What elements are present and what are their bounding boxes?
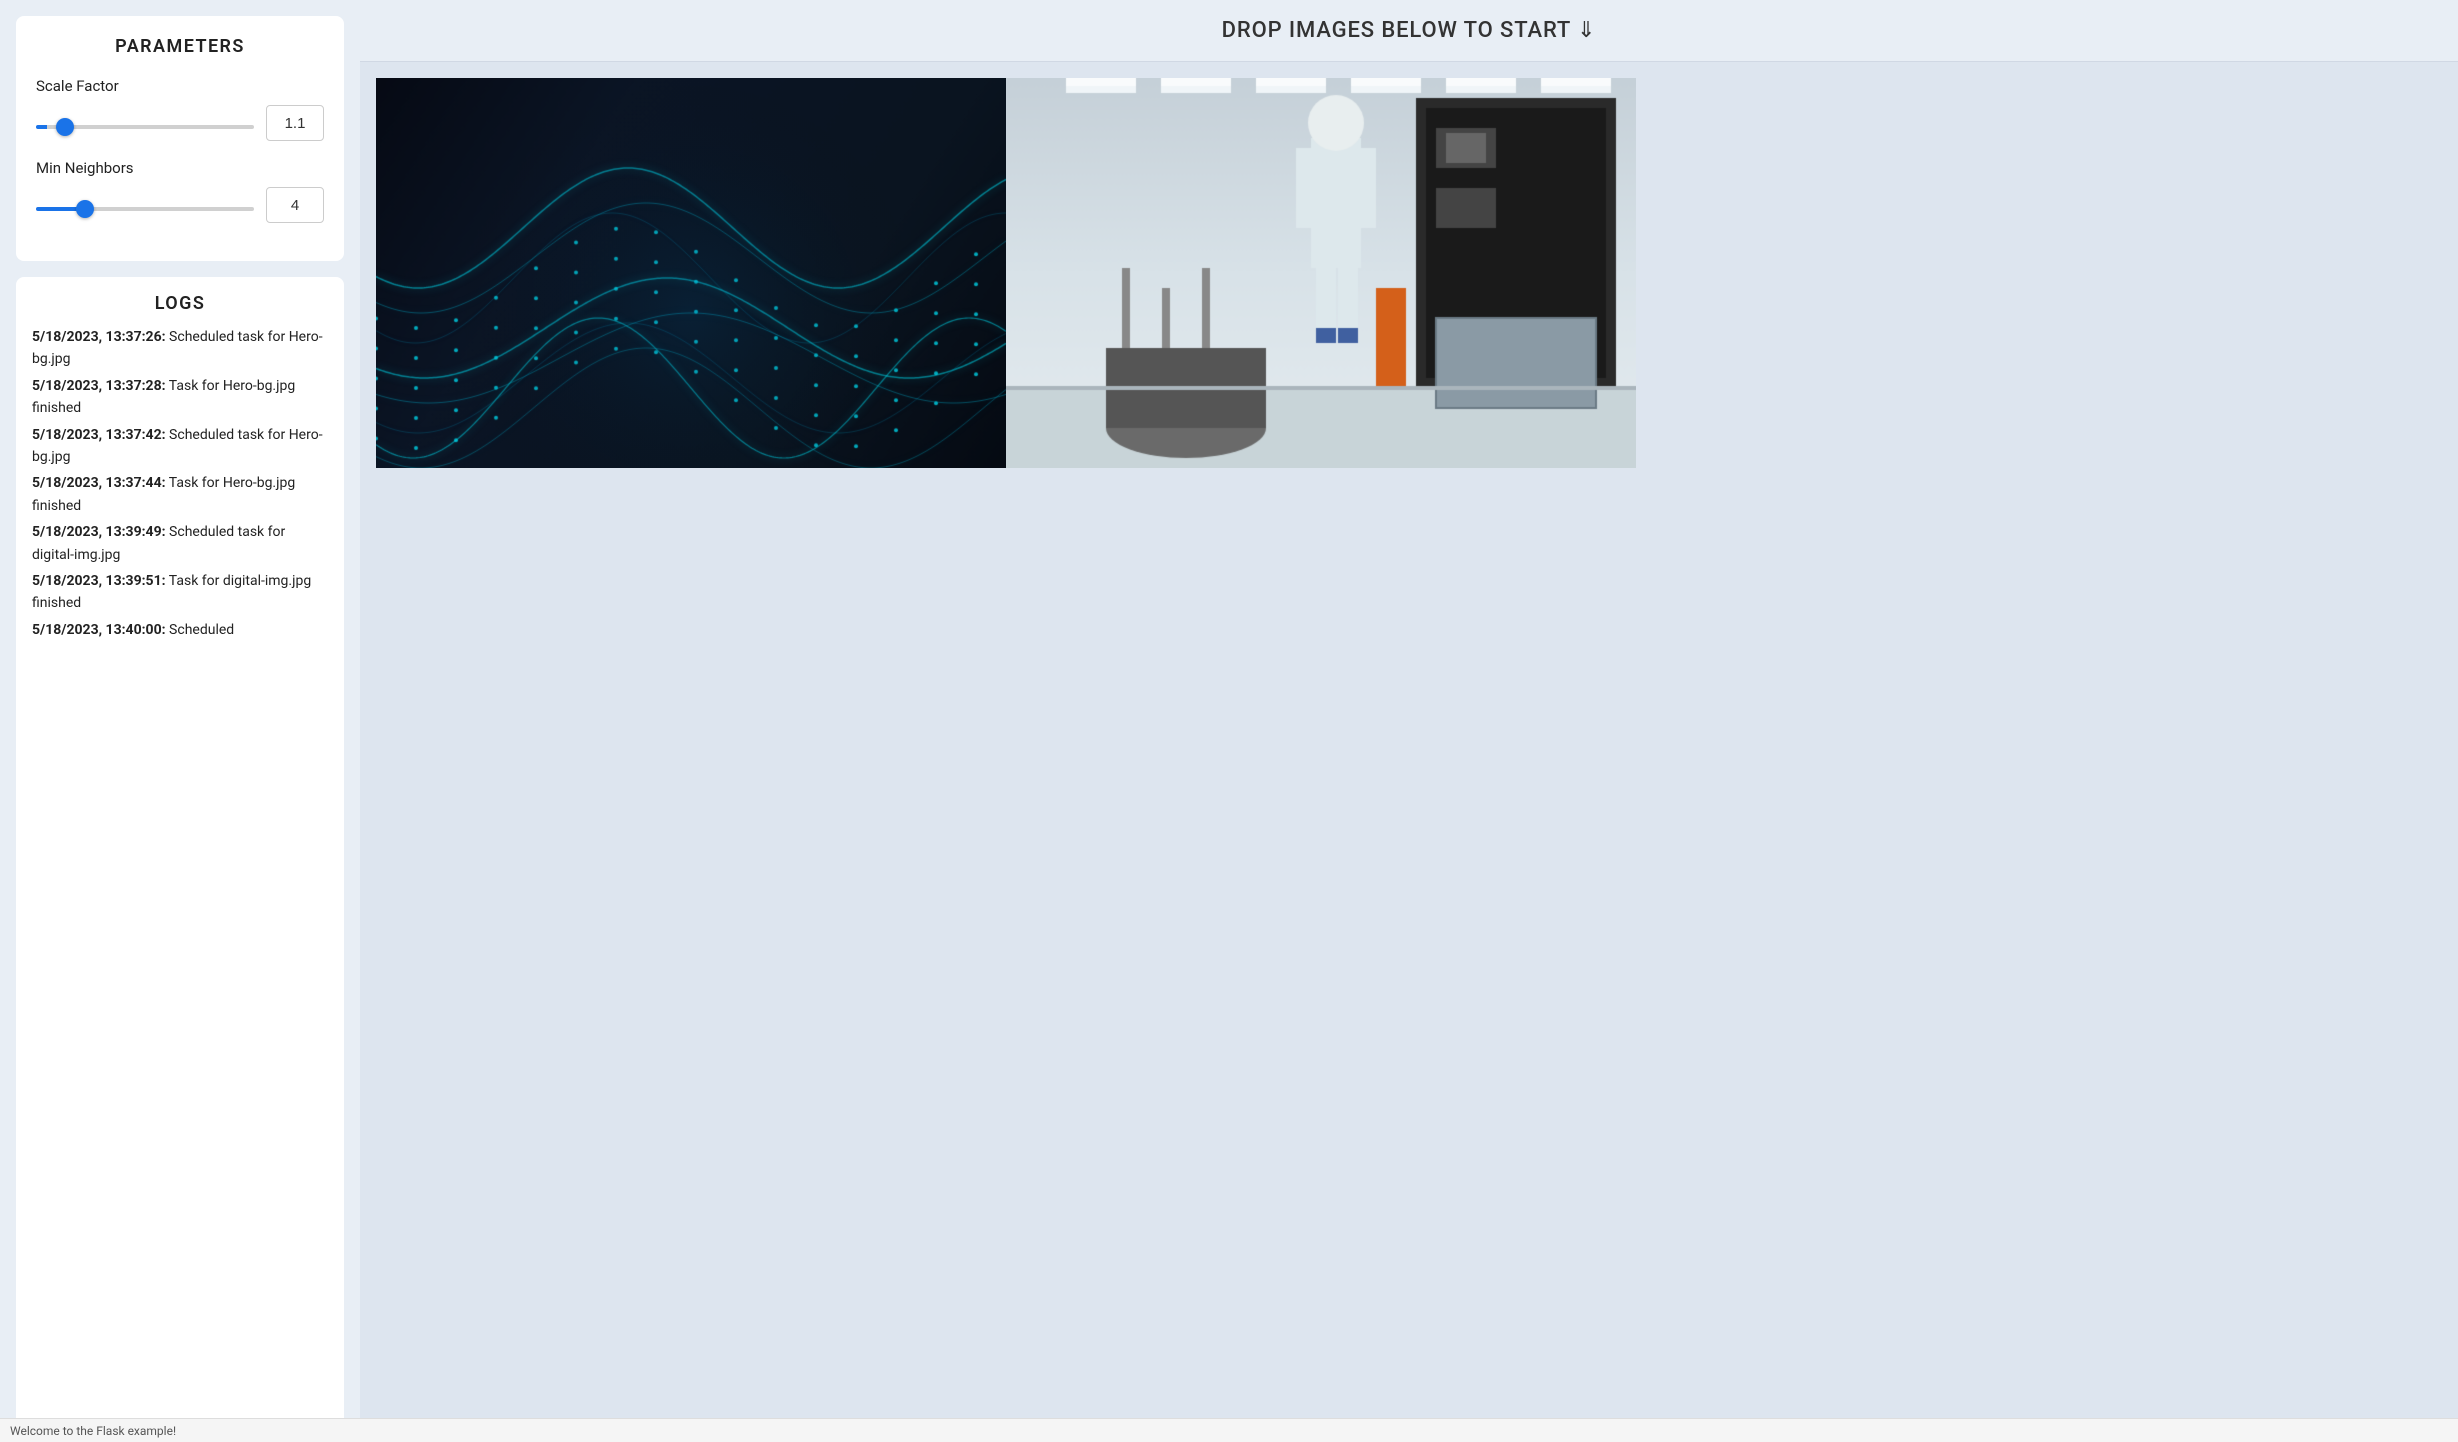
- log-entry: 5/18/2023, 13:39:49: Scheduled task for …: [32, 521, 328, 566]
- min-neighbors-value-box: [266, 187, 324, 223]
- scale-factor-slider-container: [36, 114, 254, 133]
- min-neighbors-slider-container: [36, 196, 254, 215]
- drop-header[interactable]: DROP IMAGES BELOW TO START ⇓: [360, 0, 2458, 62]
- scale-factor-label: Scale Factor: [36, 77, 324, 95]
- scale-factor-slider[interactable]: [36, 125, 254, 129]
- log-entry: 5/18/2023, 13:39:51: Task for digital-im…: [32, 570, 328, 615]
- logs-panel: LOGS 5/18/2023, 13:37:26: Scheduled task…: [16, 277, 344, 1426]
- log-entry: 5/18/2023, 13:37:42: Scheduled task for …: [32, 424, 328, 469]
- factory-image: [1006, 78, 1636, 468]
- log-timestamp: 5/18/2023, 13:37:28:: [32, 378, 166, 394]
- log-timestamp: 5/18/2023, 13:39:49:: [32, 524, 166, 540]
- status-bar: Welcome to the Flask example!: [0, 1418, 2458, 1442]
- scale-factor-row: [36, 105, 324, 141]
- log-timestamp: 5/18/2023, 13:39:51:: [32, 573, 166, 589]
- log-entry: 5/18/2023, 13:37:26: Scheduled task for …: [32, 326, 328, 371]
- status-message: Welcome to the Flask example!: [10, 1424, 176, 1438]
- log-entry: 5/18/2023, 13:40:00: Scheduled: [32, 619, 328, 641]
- log-entry: 5/18/2023, 13:37:28: Task for Hero-bg.jp…: [32, 375, 328, 420]
- log-timestamp: 5/18/2023, 13:37:42:: [32, 427, 166, 443]
- log-entry: 5/18/2023, 13:37:44: Task for Hero-bg.jp…: [32, 472, 328, 517]
- parameters-panel: PARAMETERS Scale Factor Min Neighbors: [16, 16, 344, 261]
- min-neighbors-row: [36, 187, 324, 223]
- min-neighbors-slider[interactable]: [36, 207, 254, 211]
- parameters-title: PARAMETERS: [36, 36, 324, 57]
- logs-content[interactable]: 5/18/2023, 13:37:26: Scheduled task for …: [32, 326, 328, 1410]
- scale-factor-input[interactable]: [267, 115, 323, 132]
- dark-wave-image: [376, 78, 1006, 468]
- log-timestamp: 5/18/2023, 13:37:26:: [32, 329, 166, 345]
- image-drop-area[interactable]: [360, 62, 2458, 1442]
- min-neighbors-label: Min Neighbors: [36, 159, 324, 177]
- logs-title: LOGS: [32, 293, 328, 314]
- main-area: DROP IMAGES BELOW TO START ⇓: [360, 0, 2458, 1442]
- scale-factor-value-box: [266, 105, 324, 141]
- min-neighbors-input[interactable]: [267, 197, 323, 214]
- log-timestamp: 5/18/2023, 13:40:00:: [32, 622, 166, 638]
- sidebar: PARAMETERS Scale Factor Min Neighbors LO…: [0, 0, 360, 1442]
- log-timestamp: 5/18/2023, 13:37:44:: [32, 475, 166, 491]
